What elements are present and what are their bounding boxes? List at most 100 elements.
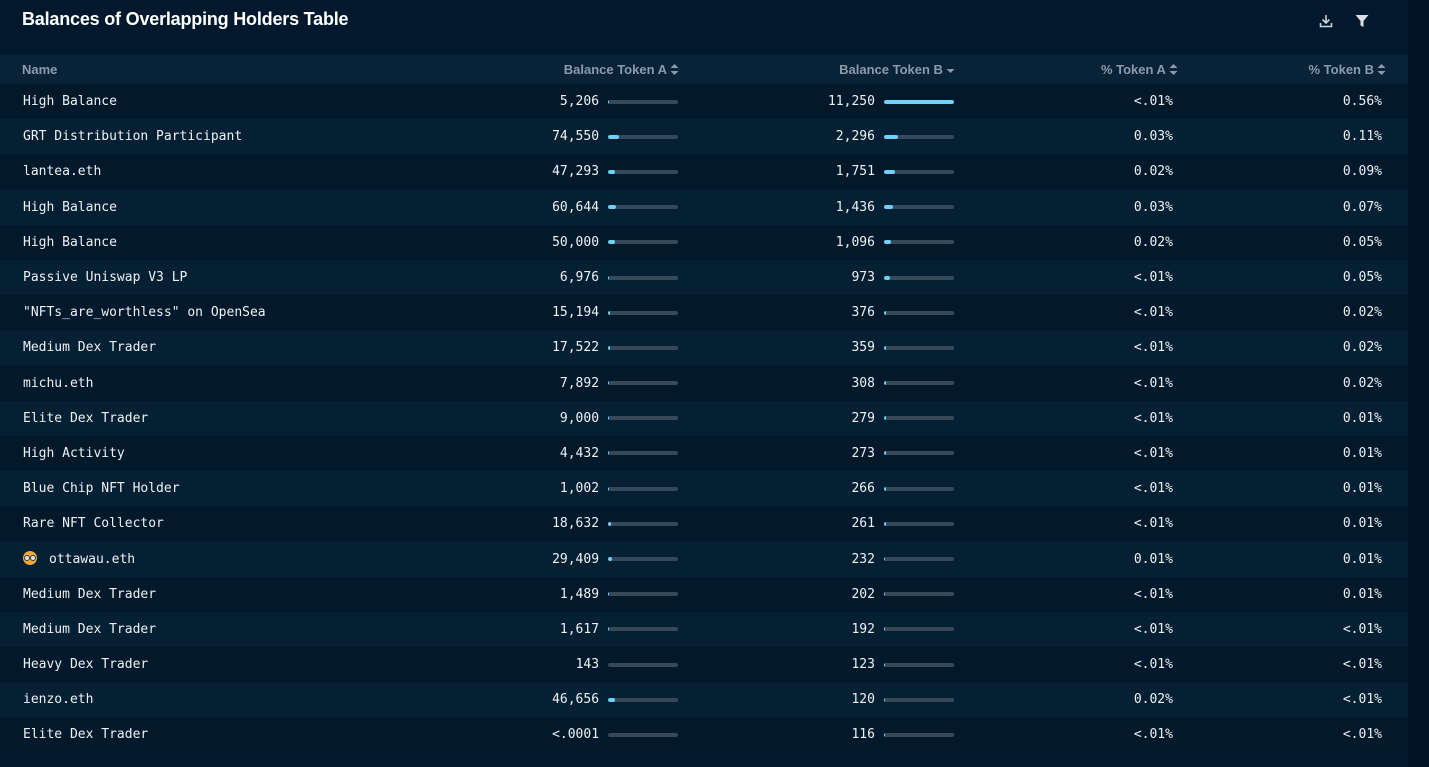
balance-b-cell: 11,250 [679, 84, 955, 119]
table-row[interactable]: High Balance 60,644 1,436 0.03% 0.07% [0, 189, 1408, 225]
balance-b-cell: 973 [679, 260, 955, 295]
balance-b-cell: 261 [679, 506, 955, 541]
balance-a-value: <.0001 [552, 727, 600, 743]
table-header-row: Name Balance Token A Balance Token B % Toke… [0, 55, 1408, 84]
table-row[interactable]: High Balance 5,206 11,250 <.01% 0.56% [0, 84, 1408, 120]
balance-b-value: 116 [851, 727, 875, 743]
name-cell: Medium Dex Trader [0, 330, 468, 365]
bar-fill [608, 486, 610, 491]
bar-fill [608, 240, 616, 245]
balance-b-cell: 279 [679, 401, 955, 436]
table-row[interactable]: Rare NFT Collector 18,632 261 <.01% 0.01% [0, 506, 1408, 542]
name-cell: Blue Chip NFT Holder [0, 471, 468, 506]
table-row[interactable]: lantea.eth 47,293 1,751 0.02% 0.09% [0, 154, 1408, 190]
balance-b-bar [883, 310, 954, 315]
balance-b-cell: 2,296 [679, 119, 955, 154]
balance-a-bar [608, 275, 679, 280]
bar-fill [883, 697, 885, 702]
balance-b-value: 1,751 [835, 164, 875, 180]
balance-a-cell: 29,409 [468, 541, 679, 576]
balance-a-cell: 17,522 [468, 330, 679, 365]
balance-a-value: 5,206 [559, 94, 600, 110]
balance-a-bar [608, 697, 679, 702]
table-row[interactable]: Passive Uniswap V3 LP 6,976 973 <.01% 0.05% [0, 259, 1408, 296]
balance-b-bar [883, 521, 954, 526]
table-row[interactable]: ienzo.eth 46,656 120 0.02% <.01% [0, 682, 1408, 718]
holder-name: High Balance [23, 94, 117, 110]
bar-fill [883, 310, 887, 315]
balance-a-value: 1,617 [559, 621, 600, 637]
name-cell: Rare NFT Collector [0, 506, 468, 541]
pct-a-cell: 0.02% [1133, 164, 1173, 180]
pct-b-cell: 0.09% [1342, 164, 1382, 180]
table-row[interactable]: michu.eth 7,892 308 <.01% 0.02% [0, 365, 1408, 401]
pct-a-cell: 0.01% [1133, 551, 1173, 567]
balance-b-value: 202 [851, 586, 875, 602]
table-row[interactable]: Elite Dex Trader 9,000 279 <.01% 0.01% [0, 400, 1408, 436]
name-cell: Elite Dex Trader [0, 717, 468, 752]
scrollbar-gutter [1408, 0, 1429, 767]
bar-fill [883, 205, 894, 210]
table-row[interactable]: Medium Dex Trader 1,617 192 <.01% <.01% [0, 611, 1408, 647]
table-row[interactable]: "NFTs_are_worthless" on OpenSea 15,194 376… [0, 295, 1408, 331]
balance-b-value: 11,250 [827, 94, 875, 110]
balance-a-bar [608, 310, 679, 315]
balance-b-value: 359 [851, 340, 875, 356]
bar-fill [883, 169, 896, 174]
balance-b-cell: 359 [679, 330, 955, 365]
balance-b-cell: 1,436 [679, 190, 955, 225]
table-row[interactable]: Elite Dex Trader <.0001 116 <.01% <.01% [0, 717, 1408, 753]
balance-b-value: 261 [851, 516, 875, 532]
table-row[interactable]: Medium Dex Trader 17,522 359 <.01% 0.02% [0, 330, 1408, 366]
column-header-pct-a[interactable]: % Token A [955, 55, 1182, 84]
balance-a-bar [608, 662, 679, 667]
name-cell: High Balance [0, 190, 468, 225]
pct-a-cell: 0.02% [1133, 692, 1173, 708]
pct-a-cell: <.01% [1133, 621, 1173, 637]
name-cell: Medium Dex Trader [0, 612, 468, 647]
pct-b-cell: 0.01% [1342, 445, 1382, 461]
table-row[interactable]: Blue Chip NFT Holder 1,002 266 <.01% 0.01% [0, 471, 1408, 507]
balance-a-cell: 47,293 [468, 154, 679, 189]
page-title: Balances of Overlapping Holders Table [22, 9, 349, 29]
table-row[interactable]: Medium Dex Trader 1,489 202 <.01% 0.01% [0, 576, 1408, 612]
balance-a-cell: 4,432 [468, 436, 679, 471]
balance-a-value: 1,002 [559, 481, 600, 497]
column-header-balance-a[interactable]: Balance Token A [468, 55, 679, 84]
table-row[interactable]: GRT Distribution Participant 74,550 2,296 0… [0, 119, 1408, 155]
sort-icon [670, 64, 679, 76]
balance-b-bar [883, 557, 954, 562]
bar-fill [608, 697, 616, 702]
column-header-pct-b[interactable]: % Token B [1182, 55, 1408, 84]
column-header-balance-b[interactable]: Balance Token B [679, 55, 955, 84]
balance-a-value: 29,409 [552, 551, 600, 567]
table-row[interactable]: ottawau.eth 29,409 232 0.01% 0.01% [0, 541, 1408, 577]
balance-b-bar [883, 451, 954, 456]
bar-fill [883, 275, 891, 280]
pct-b-cell: 0.01% [1342, 516, 1382, 532]
pct-b-cell: <.01% [1342, 727, 1382, 743]
balance-a-value: 17,522 [552, 340, 600, 356]
balance-a-value: 47,293 [552, 164, 600, 180]
balance-a-value: 50,000 [552, 234, 600, 250]
balance-b-bar [883, 345, 954, 350]
download-icon [1319, 15, 1333, 28]
name-cell: ienzo.eth [0, 682, 468, 717]
table-row[interactable]: High Activity 4,432 273 <.01% 0.01% [0, 435, 1408, 472]
balance-b-value: 2,296 [835, 129, 875, 145]
holder-name: Medium Dex Trader [23, 340, 157, 356]
bar-fill [608, 275, 610, 280]
table-row[interactable]: High Balance 50,000 1,096 0.02% 0.05% [0, 224, 1408, 260]
balance-a-cell: 9,000 [468, 401, 679, 436]
balance-a-bar [608, 451, 679, 456]
pct-a-cell: <.01% [1133, 340, 1173, 356]
filter-button[interactable] [1351, 10, 1373, 32]
balance-b-value: 308 [851, 375, 875, 391]
balance-a-value: 6,976 [559, 270, 600, 286]
table-row[interactable]: Heavy Dex Trader 143 123 <.01% <.01% [0, 647, 1408, 683]
balance-b-cell: 308 [679, 366, 955, 401]
balance-b-bar [883, 662, 954, 667]
pct-b-cell: 0.01% [1342, 551, 1382, 567]
balance-b-value: 120 [851, 692, 875, 708]
download-button[interactable] [1315, 10, 1337, 32]
